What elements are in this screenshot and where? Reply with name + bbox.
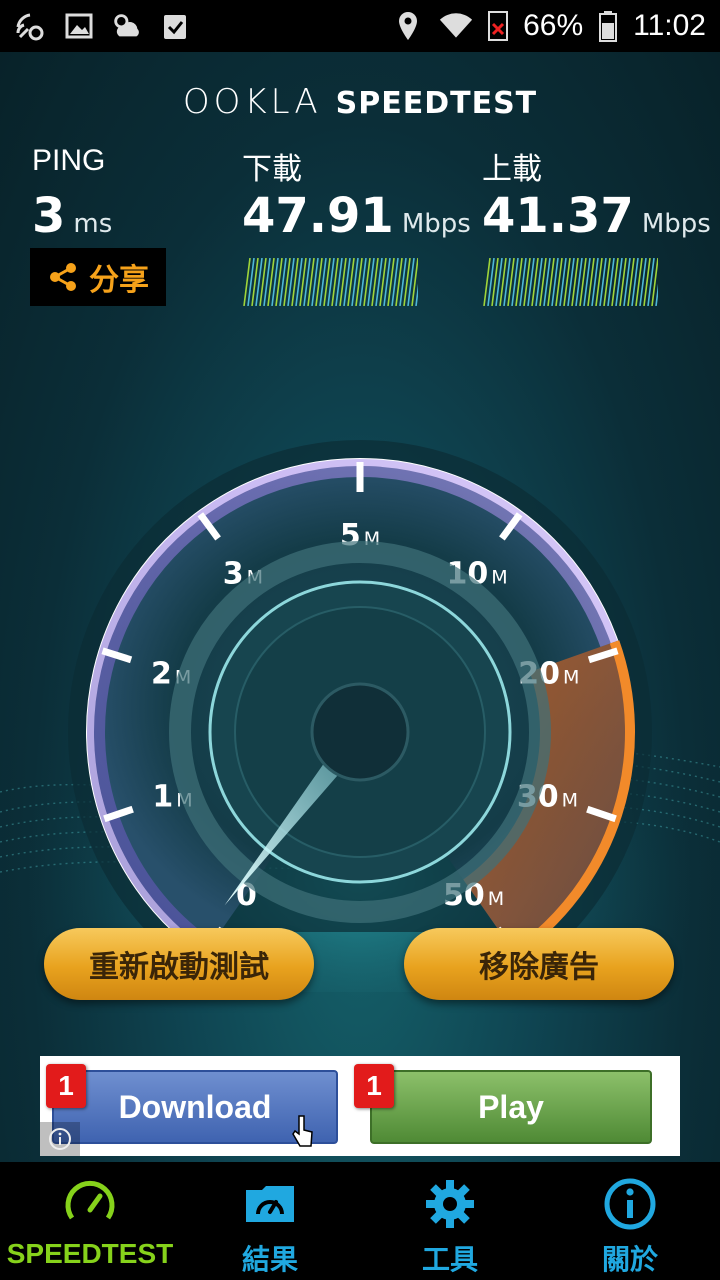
no-sim-icon [487, 9, 509, 43]
wifi-icon [439, 9, 473, 43]
restart-test-label: 重新啟動測試 [89, 951, 269, 984]
bottom-navigation: SPEEDTEST 結果 工具 關於 [0, 1162, 720, 1280]
speedometer-icon [65, 1180, 115, 1220]
upload-value-group: 41.37 Mbps [482, 188, 711, 244]
cursor-hand-icon [292, 1114, 314, 1155]
restart-test-button[interactable]: 重新啟動測試 [44, 928, 314, 1000]
nav-about[interactable]: 關於 [540, 1162, 720, 1280]
battery-icon [597, 9, 619, 43]
ad-notification-badge-2: 1 [354, 1064, 394, 1108]
ping-unit: ms [73, 209, 113, 239]
nav-about-label: 關於 [601, 1244, 658, 1275]
wifi-calling-icon [14, 9, 48, 43]
gear-icon [426, 1180, 474, 1228]
clock: 11:02 [633, 9, 706, 42]
download-value: 47.91 [242, 188, 394, 244]
app-logo: OOKLA SPEEDTEST [0, 82, 720, 122]
nav-tools[interactable]: 工具 [360, 1162, 540, 1280]
share-icon [50, 263, 76, 291]
ad-notification-badge: 1 [46, 1064, 86, 1108]
logo-product: SPEEDTEST [335, 86, 538, 121]
speed-gauge: 01 M2 M3 M5 M10 M20 M30 M50 M [68, 440, 652, 932]
info-icon [604, 1178, 656, 1230]
download-value-group: 47.91 Mbps [242, 188, 471, 244]
upload-bars [483, 258, 658, 306]
speedtest-screen: OOKLA SPEEDTEST PING 3 ms 分享 下載 47.91 Mbps … [0, 52, 720, 1162]
share-button[interactable]: 分享 [30, 248, 166, 306]
image-icon [62, 9, 96, 43]
clipboard-check-icon [158, 9, 192, 43]
ad-banner[interactable]: Download 1 Play 1 [40, 1056, 680, 1156]
download-unit: Mbps [401, 209, 471, 239]
nav-speedtest-label: SPEEDTEST [6, 1238, 174, 1269]
nav-results[interactable]: 結果 [180, 1162, 360, 1280]
remove-ads-label: 移除廣告 [479, 951, 599, 984]
upload-unit: Mbps [641, 209, 711, 239]
nav-tools-label: 工具 [421, 1244, 478, 1275]
nav-speedtest[interactable]: SPEEDTEST [0, 1162, 180, 1280]
ping-value-group: 3 ms [32, 188, 112, 244]
ad-play-label: Play [478, 1088, 544, 1125]
gauge-needle-cap [310, 682, 410, 782]
battery-percent: 66% [523, 9, 584, 42]
download-bars [243, 258, 418, 306]
upload-value: 41.37 [482, 188, 634, 244]
share-label: 分享 [89, 264, 149, 297]
upload-label: 上載 [482, 153, 542, 186]
weather-icon [110, 9, 144, 43]
results-folder-icon [246, 1186, 294, 1222]
download-label: 下載 [242, 153, 302, 186]
ping-value: 3 [32, 188, 66, 244]
status-bar: 66% 11:02 [0, 0, 720, 52]
remove-ads-button[interactable]: 移除廣告 [404, 928, 674, 1000]
ping-label: PING [32, 144, 106, 177]
ad-play-button[interactable]: Play [370, 1070, 652, 1144]
ad-info-icon[interactable] [40, 1122, 80, 1156]
logo-brand: OOKLA [182, 82, 322, 122]
location-icon [391, 9, 425, 43]
ad-download-label: Download [118, 1088, 272, 1125]
nav-results-label: 結果 [241, 1244, 298, 1275]
